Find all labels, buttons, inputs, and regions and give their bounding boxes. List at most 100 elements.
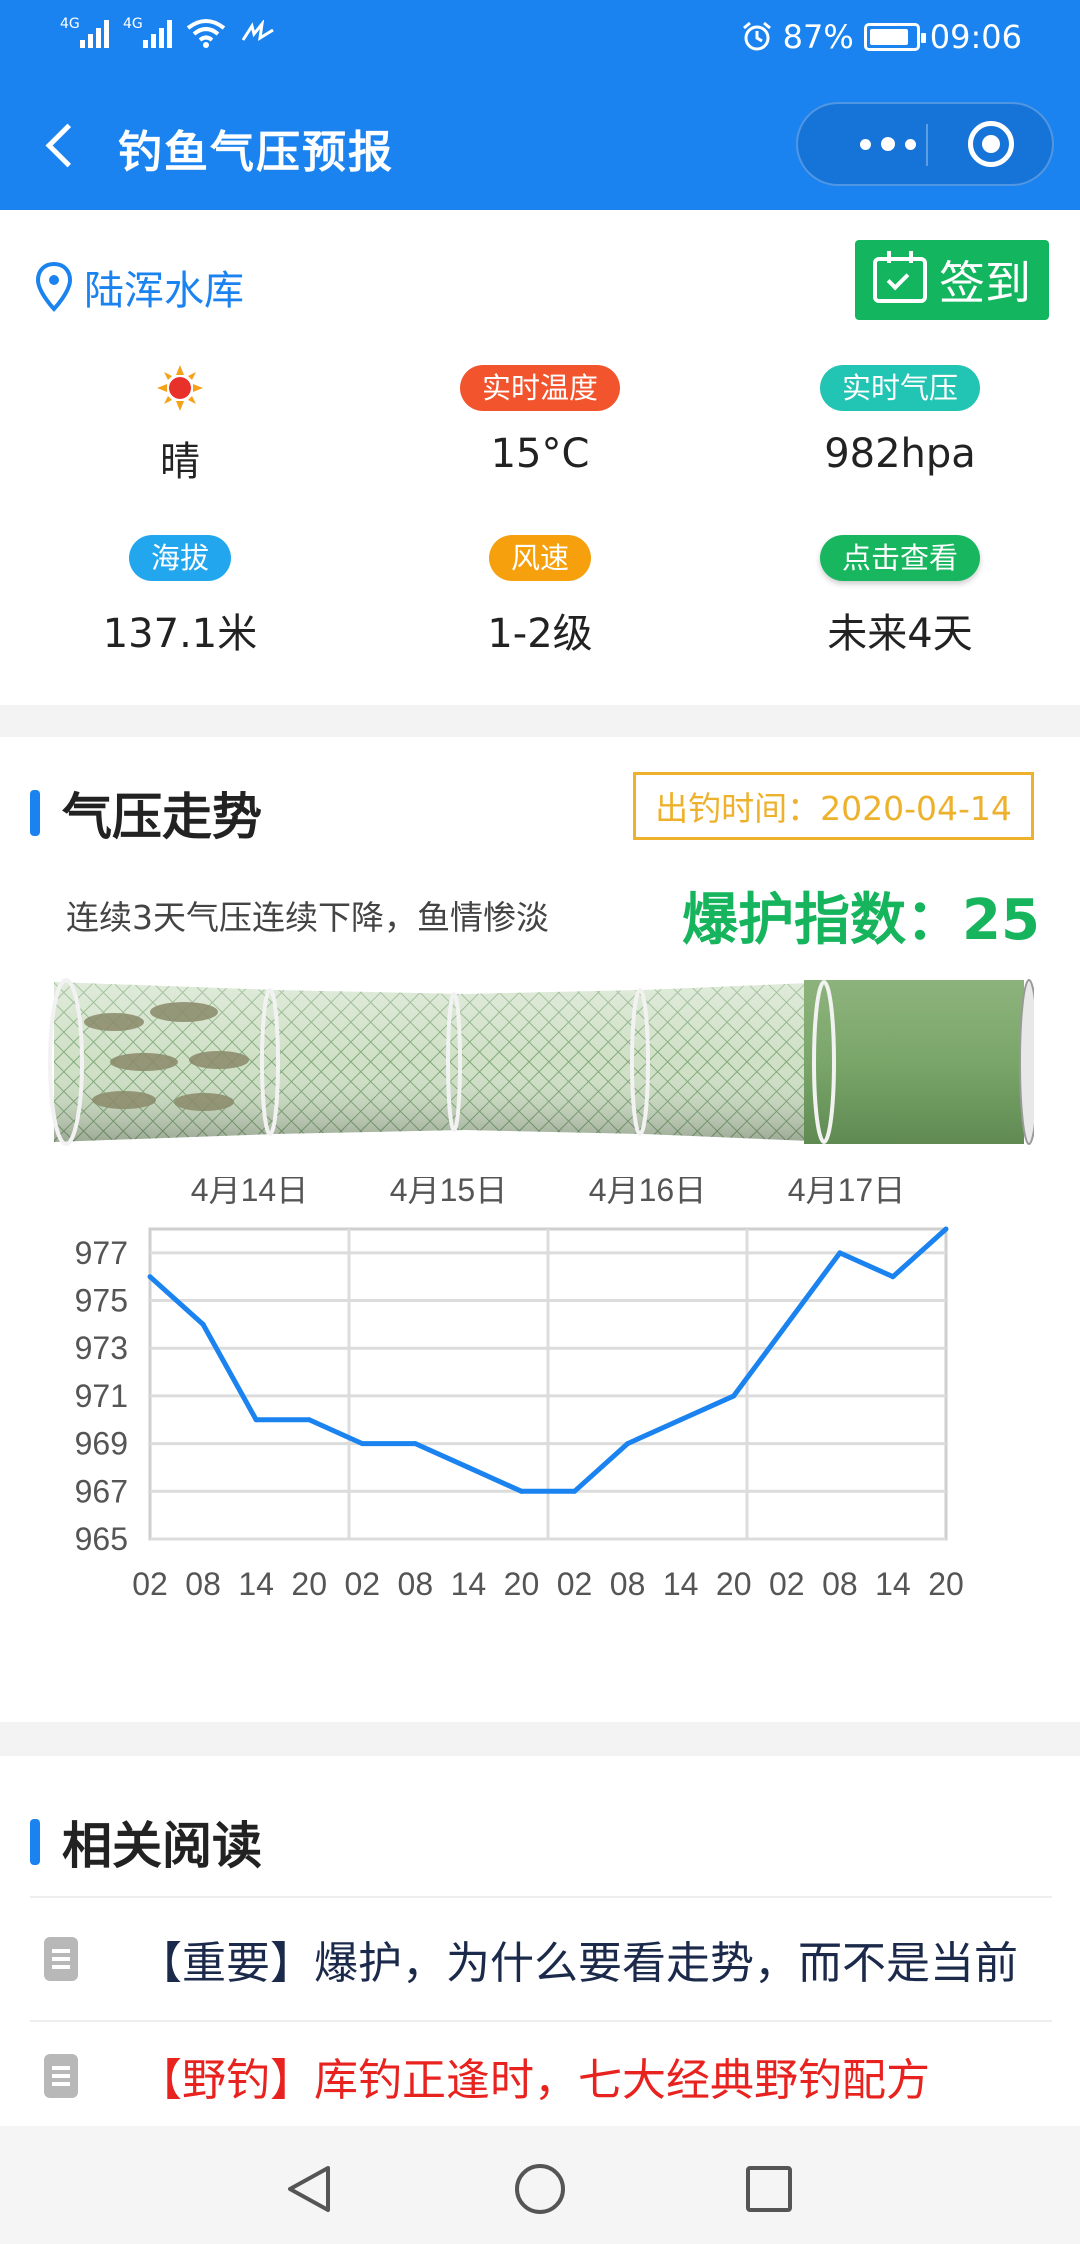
chart-data-point (359, 1441, 365, 1447)
chart-y-tick-label: 969 (75, 1426, 128, 1462)
chart-x-tick-label: 20 (504, 1566, 540, 1602)
chart-x-tick-label: 14 (875, 1566, 911, 1602)
chart-data-point (890, 1274, 896, 1280)
chart-data-point (943, 1226, 949, 1232)
pressure-value: 982hpa (824, 431, 976, 477)
more-icon[interactable] (838, 104, 938, 184)
back-icon[interactable] (40, 120, 80, 170)
fishing-time-badge: 出钓时间：2020-04-14 (633, 772, 1034, 840)
chart-x-tick-label: 20 (928, 1566, 964, 1602)
chart-day-label: 4月17日 (788, 1177, 905, 1208)
chart-x-tick-label: 02 (557, 1566, 593, 1602)
system-nav-bar (0, 2126, 1080, 2244)
signal-icon-2: 4G (123, 16, 172, 48)
signal-icon: 4G (60, 16, 109, 48)
location-pin-icon (35, 261, 73, 312)
article-item[interactable]: 【重要】爆护，为什么要看走势，而不是当前 (30, 1896, 1052, 2020)
chart-data-point (147, 1274, 153, 1280)
sun-icon (157, 365, 203, 411)
chart-y-tick-label: 965 (75, 1521, 128, 1557)
trend-description: 连续3天气压连续下降，鱼情惨淡 (66, 898, 549, 937)
article-title: 【野钓】库钓正逢时，七大经典野钓配方 (138, 2055, 930, 2106)
chart-data-point (572, 1488, 578, 1494)
altitude-label: 海拔 (128, 535, 231, 581)
chart-y-tick-label: 973 (75, 1330, 128, 1366)
chart-data-point (412, 1441, 418, 1447)
reading-card: 相关阅读 【重要】爆护，为什么要看走势，而不是当前 【野钓】库钓正逢时，七大经典… (0, 1756, 1080, 2126)
wind-label: 风速 (488, 535, 591, 581)
document-icon (44, 1937, 78, 1981)
checkin-button[interactable]: 签到 (855, 240, 1049, 320)
chart-data-point (306, 1417, 312, 1423)
chart-x-tick-label: 08 (822, 1566, 858, 1602)
trend-card: 气压走势 出钓时间：2020-04-14 连续3天气压连续下降，鱼情惨淡 爆护指… (0, 737, 1080, 1722)
wind-value: 1-2级 (487, 611, 593, 657)
nav-bar: 钓鱼气压预报 (0, 80, 1080, 210)
chart-y-tick-label: 971 (75, 1378, 128, 1414)
chart-x-tick-label: 20 (716, 1566, 752, 1602)
title-accent-bar (30, 1819, 40, 1865)
status-bar: 4G 4G 87% 09:06 (0, 0, 1080, 80)
temperature-value: 15°C (490, 431, 590, 477)
recents-square-icon[interactable] (744, 2164, 794, 2214)
baohu-index: 爆护指数：25 (682, 888, 1040, 953)
article-title: 【重要】爆护，为什么要看走势，而不是当前 (138, 1938, 1018, 1989)
wifi-icon (186, 19, 226, 48)
fish-net-image (48, 978, 1034, 1146)
chart-data-point (253, 1417, 259, 1423)
location-name: 陆浑水库 (84, 268, 244, 314)
reading-section-title: 相关阅读 (30, 1806, 262, 1878)
chart-data-point (200, 1321, 206, 1327)
capsule-divider (926, 124, 928, 166)
wind-cell: 风速 1-2级 (360, 535, 720, 659)
chart-day-label: 4月14日 (191, 1177, 308, 1208)
chart-data-point (465, 1464, 471, 1470)
miniapp-capsule (796, 102, 1054, 186)
pressure-label: 实时气压 (819, 365, 980, 411)
trend-section-title: 气压走势 (30, 777, 262, 849)
chart-x-tick-label: 20 (291, 1566, 327, 1602)
chart-data-point (837, 1250, 843, 1256)
reading-title-text: 相关阅读 (62, 1817, 262, 1875)
page-title: 钓鱼气压预报 (118, 127, 394, 178)
chart-x-tick-label: 08 (398, 1566, 434, 1602)
alarm-icon (742, 21, 771, 51)
location[interactable]: 陆浑水库 (34, 258, 244, 316)
altitude-value: 137.1米 (102, 611, 258, 657)
chart-x-tick-label: 08 (610, 1566, 646, 1602)
close-target-icon[interactable] (968, 121, 1014, 167)
home-circle-icon[interactable] (513, 2162, 567, 2216)
document-icon (44, 2054, 78, 2098)
chart-day-label: 4月15日 (390, 1177, 507, 1208)
forecast-cell[interactable]: 点击查看 未来4天 (720, 535, 1080, 659)
condition-cell: 晴 (0, 365, 360, 487)
hd-call-icon (241, 20, 274, 41)
forecast-button[interactable]: 点击查看 (819, 535, 980, 581)
chart-x-tick-label: 02 (769, 1566, 805, 1602)
chart-data-point (784, 1321, 790, 1327)
chart-data-point (731, 1393, 737, 1399)
condition-value: 晴 (160, 439, 200, 485)
chart-y-tick-label: 967 (75, 1473, 128, 1509)
back-triangle-icon[interactable] (282, 2162, 336, 2216)
chart-y-tick-label: 975 (75, 1283, 128, 1319)
chart-day-label: 4月16日 (589, 1177, 706, 1208)
chart-x-tick-label: 14 (451, 1566, 487, 1602)
chart-data-point (625, 1441, 631, 1447)
article-item[interactable]: 【野钓】库钓正逢时，七大经典野钓配方 (30, 2020, 1052, 2130)
calendar-check-icon (873, 251, 927, 303)
chart-x-tick-label: 02 (344, 1566, 380, 1602)
temperature-label: 实时温度 (459, 365, 620, 411)
forecast-value: 未来4天 (827, 611, 973, 657)
clock: 09:06 (929, 18, 1022, 56)
pressure-cell: 实时气压 982hpa (720, 365, 1080, 477)
temperature-cell: 实时温度 15°C (360, 365, 720, 477)
battery-icon (863, 23, 926, 51)
chart-x-tick-label: 14 (663, 1566, 699, 1602)
weather-card: 陆浑水库 签到 晴 实时温度 15°C 实时气压 982hpa 海拔 137.1… (0, 210, 1080, 705)
chart-data-point (678, 1417, 684, 1423)
chart-x-tick-label: 02 (132, 1566, 168, 1602)
pressure-chart: 965 967 969 971 973 975 977 4月14日 4月15日 4月16日 4月17… (75, 1177, 964, 1602)
chart-x-tick-label: 08 (185, 1566, 221, 1602)
chart-y-tick-label: 977 (75, 1235, 128, 1271)
